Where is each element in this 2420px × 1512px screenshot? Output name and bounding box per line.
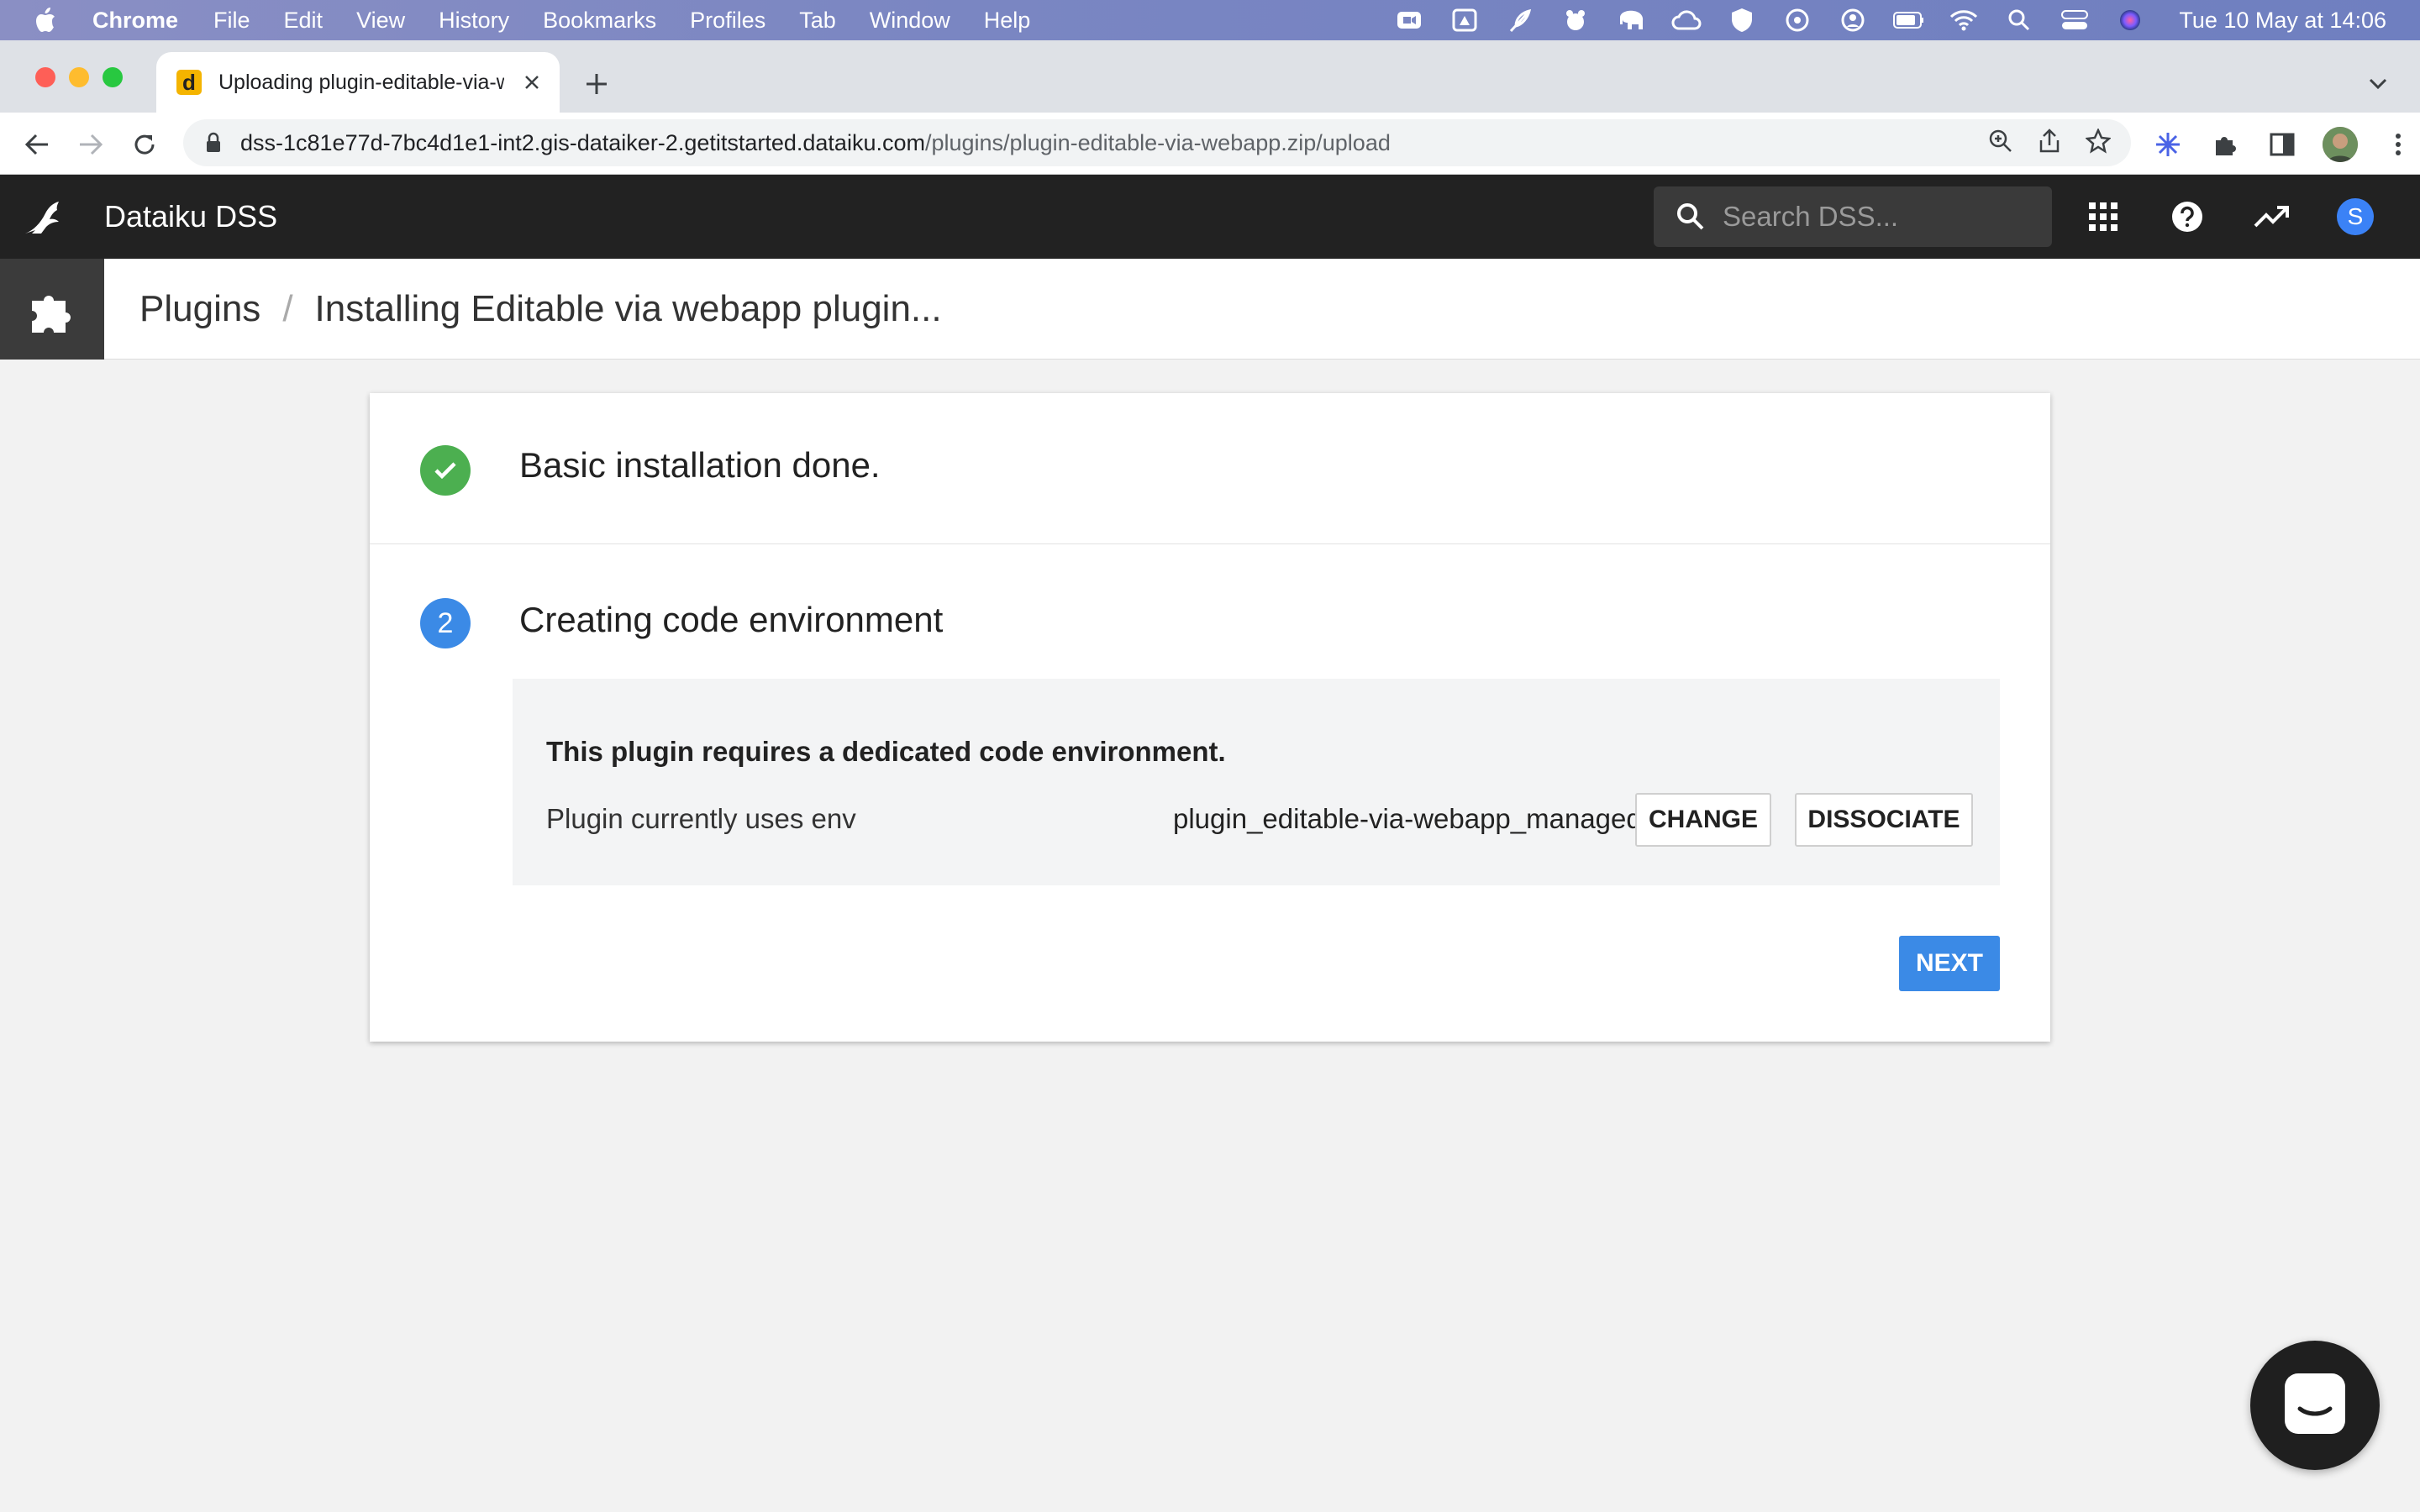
apple-icon[interactable]: [29, 3, 62, 37]
menu-history[interactable]: History: [439, 8, 509, 34]
extensions-puzzle-icon[interactable]: [2208, 128, 2242, 161]
dss-top-nav: Dataiku DSS Search DSS... S: [0, 175, 2420, 259]
breadcrumb-separator: /: [282, 287, 293, 329]
next-button[interactable]: NEXT: [1899, 936, 2000, 991]
breadcrumb: Plugins / Installing Editable via webapp…: [0, 258, 2420, 360]
menu-app-chrome[interactable]: Chrome: [92, 8, 178, 34]
menu-edit[interactable]: Edit: [284, 8, 324, 34]
current-env-name: plugin_editable-via-webapp_managed: [1173, 803, 1642, 834]
macos-menubar: Chrome File Edit View History Bookmarks …: [0, 0, 2420, 40]
page-title: Installing Editable via webapp plugin...: [314, 287, 942, 329]
elephant-icon[interactable]: [1616, 6, 1646, 34]
install-step-1: Basic installation done.: [370, 393, 2050, 544]
activity-trend-icon[interactable]: [2250, 196, 2292, 238]
user-circle-icon[interactable]: [1838, 6, 1868, 34]
side-panel-icon[interactable]: [2265, 128, 2299, 161]
dss-app-name[interactable]: Dataiku DSS: [104, 199, 277, 234]
apps-grid-icon[interactable]: [2082, 196, 2124, 238]
window-minimize-button[interactable]: [69, 67, 89, 87]
code-env-requirement-text: This plugin requires a dedicated code en…: [546, 736, 1226, 767]
extension-snowflake-icon[interactable]: [2151, 128, 2185, 161]
chrome-menu-dots-icon[interactable]: [2381, 128, 2415, 161]
search-icon: [1674, 200, 1707, 234]
vpn-icon[interactable]: [1782, 6, 1812, 34]
cloud-icon[interactable]: [1671, 6, 1702, 34]
change-env-button[interactable]: CHANGE: [1635, 793, 1771, 847]
search-placeholder: Search DSS...: [1723, 201, 1899, 232]
shield-icon[interactable]: [1727, 6, 1757, 34]
bookmark-star-icon[interactable]: [2085, 127, 2112, 158]
chrome-profile-avatar[interactable]: [2323, 127, 2358, 162]
chat-bubble-icon: [2281, 1370, 2349, 1441]
menu-profiles[interactable]: Profiles: [690, 8, 765, 34]
menu-view[interactable]: View: [356, 8, 405, 34]
menu-file[interactable]: File: [213, 8, 250, 34]
tab-title: Uploading plugin-editable-via-webapp.zip: [218, 70, 504, 94]
plugins-puzzle-icon[interactable]: [0, 258, 104, 360]
step2-number-badge: 2: [420, 598, 471, 648]
browser-tab-active[interactable]: d Uploading plugin-editable-via-webapp.z…: [156, 52, 560, 113]
zoom-magnifier-icon[interactable]: [1988, 129, 2013, 158]
back-arrow-icon[interactable]: [20, 128, 54, 161]
lock-icon[interactable]: [202, 131, 225, 155]
tab-close-icon[interactable]: [519, 70, 544, 95]
menu-window[interactable]: Window: [870, 8, 950, 34]
help-icon[interactable]: [2166, 196, 2208, 238]
address-bar[interactable]: dss-1c81e77d-7bc4d1e1-int2.gis-dataiker-…: [183, 119, 2131, 166]
forward-arrow-icon[interactable]: [74, 128, 108, 161]
window-close-button[interactable]: [35, 67, 55, 87]
siri-icon[interactable]: [2115, 6, 2145, 34]
tab-search-chevron-icon[interactable]: [2363, 69, 2393, 99]
zoom-icon[interactable]: [1394, 6, 1424, 34]
share-icon[interactable]: [2039, 128, 2060, 158]
drive-icon[interactable]: [1449, 6, 1480, 34]
step2-label: Creating code environment: [519, 600, 944, 639]
code-env-panel: This plugin requires a dedicated code en…: [513, 679, 2000, 885]
install-card: Basic installation done. 2 Creating code…: [370, 393, 2050, 1042]
feather-icon[interactable]: [1505, 6, 1535, 34]
control-center-icon[interactable]: [2060, 6, 2090, 34]
reload-icon[interactable]: [128, 128, 161, 161]
menu-tab[interactable]: Tab: [799, 8, 836, 34]
current-env-label: Plugin currently uses env: [546, 803, 856, 834]
step1-label: Basic installation done.: [519, 445, 881, 485]
wifi-icon[interactable]: [1949, 6, 1979, 34]
dataiku-bird-logo-icon[interactable]: [20, 193, 67, 240]
url-text[interactable]: dss-1c81e77d-7bc4d1e1-int2.gis-dataiker-…: [240, 130, 1391, 156]
support-chat-launcher[interactable]: [2250, 1341, 2380, 1470]
dissociate-env-button[interactable]: DISSOCIATE: [1795, 793, 1973, 847]
spotlight-icon[interactable]: [2004, 6, 2034, 34]
window-zoom-button[interactable]: [103, 67, 123, 87]
check-circle-icon: [420, 445, 471, 496]
menu-help[interactable]: Help: [984, 8, 1031, 34]
bear-icon[interactable]: [1560, 6, 1591, 34]
breadcrumb-plugins-link[interactable]: Plugins: [139, 288, 260, 330]
menubar-clock[interactable]: Tue 10 May at 14:06: [2179, 8, 2386, 34]
url-path: /plugins/plugin-editable-via-webapp.zip/…: [924, 129, 1391, 155]
user-avatar-letter: S: [2337, 198, 2374, 235]
menu-bookmarks[interactable]: Bookmarks: [543, 8, 656, 34]
url-host: dss-1c81e77d-7bc4d1e1-int2.gis-dataiker-…: [240, 129, 925, 155]
battery-icon[interactable]: [1893, 6, 1924, 34]
dataiku-favicon-icon: d: [176, 70, 202, 95]
dss-search-box[interactable]: Search DSS...: [1654, 186, 2052, 247]
new-tab-icon[interactable]: [580, 67, 613, 101]
user-avatar[interactable]: S: [2334, 196, 2376, 238]
